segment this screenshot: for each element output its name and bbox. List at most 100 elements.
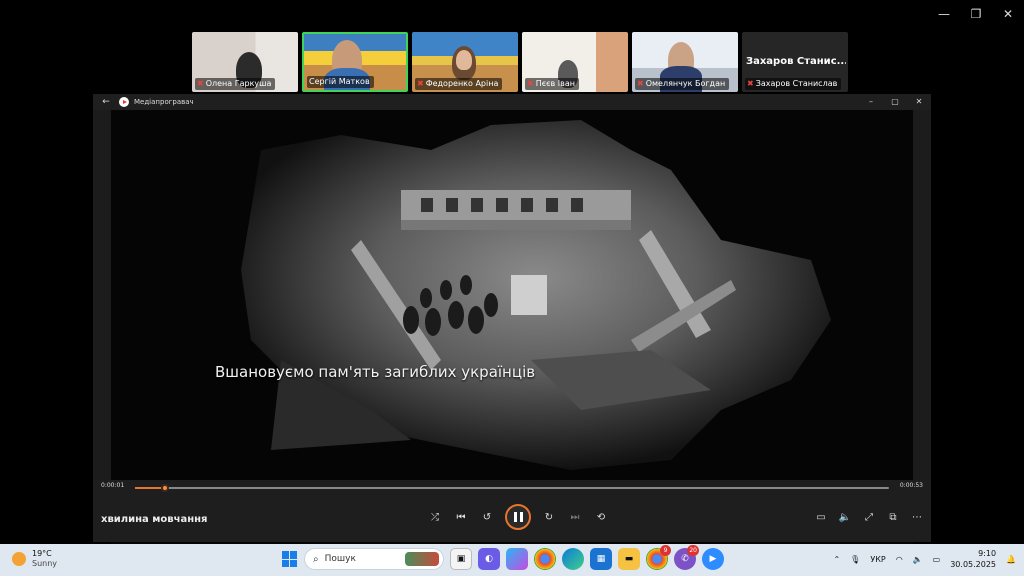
- app-viber[interactable]: ✆ 20: [674, 545, 699, 570]
- more-options-button[interactable]: ⋯: [909, 509, 925, 525]
- app-store[interactable]: ▦: [590, 548, 612, 570]
- mic-off-icon: ✖: [747, 79, 754, 88]
- participant-name: Омелянчук Богдан: [645, 79, 726, 88]
- player-app-title: Медіапрогравач: [134, 98, 194, 106]
- current-time: 0:00:01: [101, 482, 125, 489]
- participant-tile-active-speaker[interactable]: Сергій Матков: [302, 32, 408, 92]
- seek-bar[interactable]: [135, 484, 889, 492]
- app-chrome-profile[interactable]: 9: [646, 545, 671, 570]
- app-copilot[interactable]: [506, 548, 528, 570]
- participant-name: Федоренко Аріна: [425, 79, 499, 88]
- language-indicator[interactable]: УКР: [870, 555, 885, 564]
- video-camera-icon: ▶: [709, 554, 717, 564]
- phone-icon: ✆: [681, 554, 689, 564]
- participant-tile[interactable]: ✖ Пєєв Іван: [522, 32, 628, 92]
- arrow-left-icon: ←: [102, 97, 110, 107]
- app-chrome[interactable]: [534, 548, 556, 570]
- notification-badge: 9: [660, 545, 671, 556]
- search-icon: ⌕: [313, 553, 319, 565]
- weather-widget[interactable]: 19°C Sunny: [12, 549, 57, 569]
- transport-buttons: ⤮ ⏮ ↺ ↻ ⏭ ⟲: [427, 504, 609, 530]
- participant-tile[interactable]: Захаров Станис... ✖ Захаров Станислав: [742, 32, 848, 92]
- shuffle-button[interactable]: ⤮: [427, 509, 443, 525]
- minimize-icon: —: [938, 7, 950, 21]
- back-button[interactable]: ←: [93, 97, 119, 107]
- start-button[interactable]: [282, 551, 298, 567]
- battery-icon[interactable]: ▭: [933, 555, 941, 564]
- media-player-app-icon: [119, 97, 129, 107]
- clock-time: 9:10: [978, 549, 997, 558]
- volume-button[interactable]: 🔈: [837, 509, 853, 525]
- player-close-button[interactable]: ✕: [907, 94, 931, 110]
- app-file-explorer[interactable]: ▬: [618, 548, 640, 570]
- mini-view-icon: ⧉: [889, 511, 897, 523]
- next-button[interactable]: ⏭: [567, 509, 583, 525]
- more-dots-icon: ⋯: [912, 511, 922, 523]
- player-titlebar: ← Медіапрогравач – ▢ ✕: [93, 94, 931, 110]
- folder-icon: ▬: [624, 554, 634, 564]
- search-placeholder: Пошук: [324, 554, 356, 564]
- chat-icon: ◐: [485, 554, 493, 564]
- close-icon: ✕: [915, 97, 923, 106]
- skip-previous-icon: ⏮: [456, 511, 466, 523]
- task-view-button[interactable]: ▣: [450, 548, 472, 570]
- player-minimize-button[interactable]: –: [859, 94, 883, 110]
- volume-icon: 🔈: [838, 511, 852, 523]
- meeting-window-controls: — ❐ ✕: [928, 0, 1024, 28]
- close-button[interactable]: ✕: [992, 0, 1024, 28]
- weather-temp: 19°C: [32, 549, 52, 558]
- mic-off-icon: ✖: [197, 79, 204, 88]
- skip-next-icon: ⏭: [570, 511, 580, 523]
- total-time: 0:00:53: [899, 482, 923, 489]
- participant-strip: ✖ Олена Гаркуша Сергій Матков ✖ Федоренко …: [192, 32, 848, 92]
- participant-big-name: Захаров Станис...: [746, 56, 846, 67]
- shuffle-icon: ⤮: [431, 511, 439, 523]
- mic-off-icon: ✖: [417, 79, 424, 88]
- clock-date: 30.05.2025: [950, 560, 997, 569]
- minimize-button[interactable]: —: [928, 0, 960, 28]
- fast-forward-icon: ↻: [544, 511, 554, 523]
- minimize-icon: –: [869, 97, 873, 106]
- seek-thumb[interactable]: [161, 484, 170, 492]
- subtitles-button[interactable]: ▭: [813, 509, 829, 525]
- playback-controls: 0:00:01 0:00:53 хвилина мовчання ⤮ ⏮ ↺ ↻…: [93, 480, 931, 542]
- participant-name: Олена Гаркуша: [205, 79, 272, 88]
- microphone-icon[interactable]: 🎙: [850, 555, 860, 564]
- taskbar-search[interactable]: ⌕ Пошук: [304, 548, 444, 570]
- app-teams[interactable]: ◐: [478, 548, 500, 570]
- fullscreen-button[interactable]: ⤢: [861, 509, 877, 525]
- close-icon: ✕: [1002, 7, 1014, 21]
- clock[interactable]: 9:10 30.05.2025: [950, 548, 996, 570]
- app-zoom[interactable]: ▶: [702, 548, 724, 570]
- pause-icon: [513, 512, 517, 522]
- rewind-icon: ↺: [482, 511, 492, 523]
- pause-button[interactable]: [505, 504, 531, 530]
- media-title: хвилина мовчання: [101, 514, 208, 525]
- mini-player-button[interactable]: ⧉: [885, 509, 901, 525]
- wifi-icon[interactable]: ◠: [896, 555, 903, 564]
- taskbar: 19°C Sunny ⌕ Пошук ▣ ◐ ▦ ▬ 9 ✆20 ▶ ⌃ 🎙: [0, 544, 1024, 576]
- participant-tile[interactable]: ✖ Омелянчук Богдан: [632, 32, 738, 92]
- previous-button[interactable]: ⏮: [453, 509, 469, 525]
- sun-icon: [12, 552, 26, 566]
- captions-icon: ▭: [816, 511, 826, 523]
- tray-overflow-button[interactable]: ⌃: [833, 555, 840, 564]
- speaker-icon[interactable]: 🔈: [913, 555, 923, 564]
- mic-off-icon: ✖: [527, 79, 534, 88]
- participant-tile[interactable]: ✖ Олена Гаркуша: [192, 32, 298, 92]
- participant-tile[interactable]: ✖ Федоренко Аріна: [412, 32, 518, 92]
- chevron-up-icon: ⌃: [833, 554, 841, 564]
- app-edge[interactable]: [562, 548, 584, 570]
- restore-button[interactable]: ❐: [960, 0, 992, 28]
- repeat-button[interactable]: ⟲: [593, 509, 609, 525]
- forward-30-button[interactable]: ↻: [541, 509, 557, 525]
- media-player-window: ← Медіапрогравач – ▢ ✕ Вшановуємо пам'ят…: [93, 94, 931, 574]
- weather-condition: Sunny: [32, 559, 58, 568]
- notification-bell-icon[interactable]: 🔔: [1006, 555, 1016, 564]
- player-maximize-button[interactable]: ▢: [883, 94, 907, 110]
- player-extra-buttons: ▭ 🔈 ⤢ ⧉ ⋯: [813, 509, 925, 525]
- rewind-10-button[interactable]: ↺: [479, 509, 495, 525]
- maximize-icon: ▢: [891, 97, 899, 106]
- store-icon: ▦: [596, 554, 606, 564]
- participant-name: Сергій Матков: [309, 77, 370, 86]
